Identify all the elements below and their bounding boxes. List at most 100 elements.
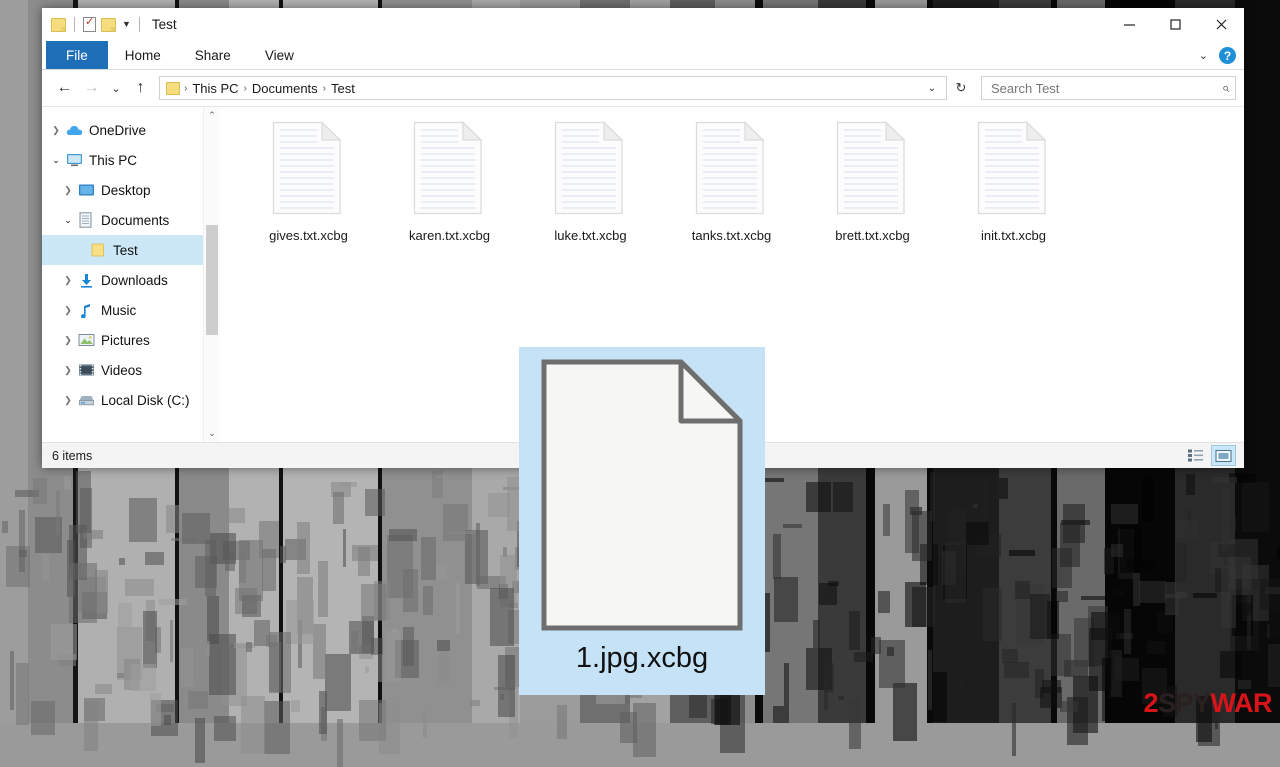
search-input[interactable] bbox=[991, 80, 1222, 96]
breadcrumb-this-pc[interactable]: This PC bbox=[188, 81, 242, 96]
file-tile[interactable]: tanks.txt.xcbg bbox=[661, 120, 802, 243]
wallpaper-texture bbox=[1040, 686, 1062, 708]
tab-view[interactable]: View bbox=[248, 41, 311, 69]
breadcrumb[interactable]: › This PC › Documents › Test ⌄ bbox=[159, 76, 947, 100]
sidebar-item-desktop[interactable]: ❯ Desktop bbox=[42, 175, 220, 205]
wallpaper-texture bbox=[1051, 634, 1072, 676]
sidebar-item-local-disk-c[interactable]: ❯ Local Disk (C:) bbox=[42, 385, 220, 415]
sidebar-item-music[interactable]: ❯ Music bbox=[42, 295, 220, 325]
search-icon[interactable]: ⌕ bbox=[1222, 80, 1229, 96]
sidebar-item-videos[interactable]: ❯ Videos bbox=[42, 355, 220, 385]
scrollbar-thumb[interactable] bbox=[206, 225, 218, 335]
breadcrumb-folder-icon bbox=[166, 81, 180, 95]
maximize-button[interactable] bbox=[1152, 8, 1198, 41]
scroll-up-arrow-icon[interactable]: ⌃ bbox=[204, 107, 220, 124]
tab-file[interactable]: File bbox=[46, 41, 108, 69]
wallpaper-texture bbox=[131, 663, 156, 691]
quick-access-toolbar: ▼ bbox=[42, 15, 143, 32]
wallpaper-texture bbox=[848, 611, 861, 651]
help-icon[interactable]: ? bbox=[1219, 47, 1236, 64]
file-tile[interactable]: karen.txt.xcbg bbox=[379, 120, 520, 243]
breadcrumb-test[interactable]: Test bbox=[327, 81, 359, 96]
wallpaper-texture bbox=[1138, 581, 1166, 603]
back-button[interactable]: ← bbox=[52, 75, 77, 101]
wallpaper-texture bbox=[291, 700, 301, 712]
chevron-right-icon[interactable]: ❯ bbox=[60, 335, 76, 346]
title-bar: ▼ Test bbox=[42, 8, 1244, 41]
file-name-label: init.txt.xcbg bbox=[980, 228, 1047, 243]
scroll-down-arrow-icon[interactable]: ⌄ bbox=[204, 425, 220, 442]
wallpaper-texture bbox=[388, 528, 417, 542]
sidebar-item-downloads[interactable]: ❯ Downloads bbox=[42, 265, 220, 295]
search-box[interactable]: ⌕ bbox=[981, 76, 1236, 100]
chevron-down-icon[interactable]: ⌄ bbox=[48, 155, 64, 166]
close-button[interactable] bbox=[1198, 8, 1244, 41]
forward-button[interactable]: → bbox=[79, 75, 104, 101]
customize-chevron-icon[interactable]: ▼ bbox=[122, 20, 131, 29]
sidebar-item-label: Music bbox=[101, 302, 137, 318]
sidebar-item-test[interactable]: Test bbox=[42, 235, 220, 265]
wallpaper-texture bbox=[1091, 611, 1120, 641]
chevron-right-icon[interactable]: ❯ bbox=[60, 275, 76, 286]
sidebar-item-this-pc[interactable]: ⌄ This PC bbox=[42, 145, 220, 175]
chevron-right-icon[interactable]: ❯ bbox=[60, 395, 76, 406]
wallpaper-texture bbox=[170, 620, 174, 663]
new-folder-icon[interactable] bbox=[101, 17, 116, 32]
wallpaper-texture bbox=[849, 697, 862, 749]
large-icons-view-button[interactable] bbox=[1211, 445, 1236, 466]
sidebar-item-label: Local Disk (C:) bbox=[101, 392, 190, 408]
sidebar-item-pictures[interactable]: ❯ Pictures bbox=[42, 325, 220, 355]
wallpaper-texture bbox=[30, 700, 55, 735]
wallpaper-texture bbox=[1221, 565, 1236, 629]
minimize-button[interactable] bbox=[1106, 8, 1152, 41]
wallpaper-texture bbox=[385, 631, 402, 682]
breadcrumb-dropdown-icon[interactable]: ⌄ bbox=[922, 83, 942, 94]
watermark: 2SPYWAR bbox=[1143, 690, 1272, 717]
tab-home[interactable]: Home bbox=[108, 41, 178, 69]
toolbar-divider bbox=[74, 17, 75, 32]
wallpaper-texture bbox=[487, 493, 510, 518]
ribbon-tabs: File Home Share View ⌄ ? bbox=[42, 41, 1244, 70]
properties-icon[interactable] bbox=[83, 15, 96, 32]
details-view-button[interactable] bbox=[1183, 445, 1208, 466]
recent-locations-icon[interactable]: ⌄ bbox=[106, 75, 126, 101]
breadcrumb-documents[interactable]: Documents bbox=[248, 81, 322, 96]
wallpaper-texture bbox=[1193, 592, 1218, 598]
sidebar-scrollbar[interactable]: ⌃ ⌄ bbox=[203, 107, 220, 442]
folder-icon[interactable] bbox=[51, 17, 66, 32]
wallpaper-texture bbox=[423, 710, 427, 739]
wallpaper-texture bbox=[15, 662, 30, 725]
chevron-down-icon[interactable]: ⌄ bbox=[1199, 49, 1208, 62]
file-tile[interactable]: luke.txt.xcbg bbox=[520, 120, 661, 243]
wallpaper-texture bbox=[360, 583, 386, 622]
wallpaper-texture bbox=[620, 712, 637, 744]
wallpaper-texture bbox=[1029, 593, 1051, 639]
chevron-right-icon[interactable]: ❯ bbox=[60, 365, 76, 376]
wallpaper-texture bbox=[75, 471, 92, 533]
chevron-right-icon[interactable]: ❯ bbox=[60, 305, 76, 316]
wallpaper-texture bbox=[1164, 593, 1179, 616]
tab-share[interactable]: Share bbox=[178, 41, 248, 69]
chevron-right-icon[interactable]: ❯ bbox=[60, 185, 76, 196]
sidebar-item-documents[interactable]: ⌄ Documents bbox=[42, 205, 220, 235]
wallpaper-texture bbox=[50, 623, 77, 660]
sidebar-item-onedrive[interactable]: ❯ OneDrive bbox=[42, 115, 220, 145]
wallpaper-texture bbox=[159, 599, 187, 605]
wallpaper-texture bbox=[149, 692, 162, 726]
file-tile[interactable]: init.txt.xcbg bbox=[943, 120, 1084, 243]
chevron-right-icon[interactable]: ❯ bbox=[48, 125, 64, 136]
wallpaper-texture bbox=[1, 521, 9, 533]
wallpaper-texture bbox=[143, 610, 157, 668]
wallpaper-texture bbox=[1114, 658, 1139, 682]
refresh-button[interactable]: ↻ bbox=[949, 76, 973, 100]
up-button[interactable]: ↑ bbox=[128, 75, 153, 101]
file-tile[interactable]: gives.txt.xcbg bbox=[238, 120, 379, 243]
video-icon bbox=[76, 363, 96, 377]
wallpaper-texture bbox=[837, 696, 844, 701]
sidebar-item-label: This PC bbox=[89, 152, 138, 168]
file-tile[interactable]: brett.txt.xcbg bbox=[802, 120, 943, 243]
wallpaper-texture bbox=[55, 491, 61, 535]
wallpaper-texture bbox=[469, 700, 481, 707]
chevron-down-icon[interactable]: ⌄ bbox=[60, 215, 76, 226]
wallpaper-texture bbox=[421, 537, 437, 580]
